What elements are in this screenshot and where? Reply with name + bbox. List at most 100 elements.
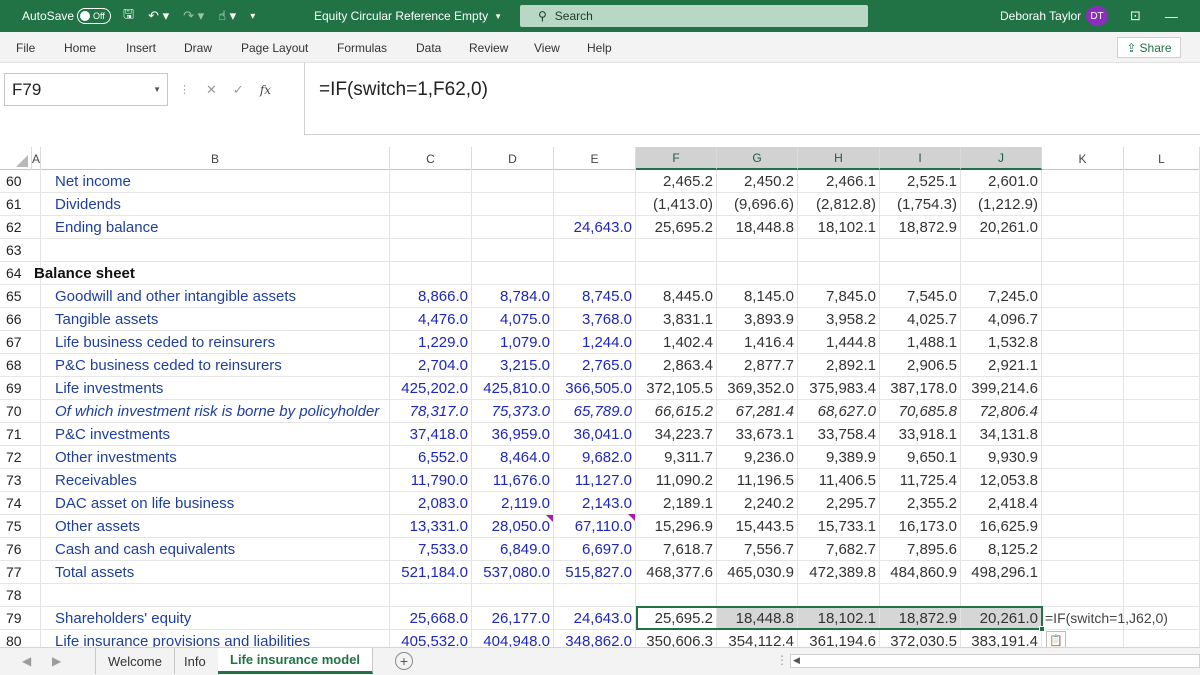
- row-label[interactable]: Net income: [41, 170, 390, 193]
- cell-d[interactable]: 425,810.0: [472, 377, 554, 400]
- cell-g[interactable]: 465,030.9: [717, 561, 798, 584]
- cell-i[interactable]: 18,872.9: [880, 216, 961, 239]
- cell-c[interactable]: 13,331.0: [390, 515, 472, 538]
- cell-a[interactable]: [32, 170, 41, 193]
- cell-h[interactable]: 3,958.2: [798, 308, 880, 331]
- cell-f[interactable]: 15,296.9: [636, 515, 717, 538]
- cell-k[interactable]: [1042, 331, 1124, 354]
- row-header[interactable]: 68: [0, 354, 32, 377]
- cell-f[interactable]: 2,189.1: [636, 492, 717, 515]
- cell-j[interactable]: 9,930.9: [961, 446, 1042, 469]
- scroll-left-icon[interactable]: ◀: [793, 655, 800, 666]
- cell-e[interactable]: 65,789.0: [554, 400, 636, 423]
- cell-e[interactable]: 3,768.0: [554, 308, 636, 331]
- cell-k[interactable]: [1042, 170, 1124, 193]
- column-header-k[interactable]: K: [1042, 147, 1124, 170]
- cell-j[interactable]: 34,131.8: [961, 423, 1042, 446]
- fill-handle[interactable]: [1039, 626, 1045, 632]
- cell-c[interactable]: 6,552.0: [390, 446, 472, 469]
- row-header[interactable]: 69: [0, 377, 32, 400]
- cell-j[interactable]: (1,212.9): [961, 193, 1042, 216]
- row-header[interactable]: 64: [0, 262, 32, 285]
- cell-a[interactable]: [32, 469, 41, 492]
- cell-c[interactable]: [390, 584, 472, 607]
- cell-d[interactable]: 36,959.0: [472, 423, 554, 446]
- prev-sheet-icon[interactable]: ◀: [22, 654, 31, 668]
- cell-g[interactable]: 8,145.0: [717, 285, 798, 308]
- cell-f[interactable]: 8,445.0: [636, 285, 717, 308]
- cell-e[interactable]: 36,041.0: [554, 423, 636, 446]
- cell-e[interactable]: 67,110.0: [554, 515, 636, 538]
- cell-f[interactable]: 1,402.4: [636, 331, 717, 354]
- cell-a[interactable]: [32, 446, 41, 469]
- cell-g[interactable]: 33,673.1: [717, 423, 798, 446]
- row-label[interactable]: Shareholders' equity: [41, 607, 390, 630]
- cell-l[interactable]: [1124, 446, 1200, 469]
- cell-g[interactable]: [717, 239, 798, 262]
- cell-c[interactable]: 2,083.0: [390, 492, 472, 515]
- cell-k[interactable]: [1042, 446, 1124, 469]
- cell-h[interactable]: 472,389.8: [798, 561, 880, 584]
- cell-d[interactable]: [472, 193, 554, 216]
- cell-a[interactable]: [32, 193, 41, 216]
- cell-j[interactable]: 1,532.8: [961, 331, 1042, 354]
- cell-g[interactable]: 7,556.7: [717, 538, 798, 561]
- name-box[interactable]: F79 ▼: [4, 73, 168, 106]
- column-header-a[interactable]: A: [32, 147, 41, 170]
- cancel-icon[interactable]: ✕: [206, 82, 217, 98]
- cell-h[interactable]: 33,758.4: [798, 423, 880, 446]
- cell-i[interactable]: 70,685.8: [880, 400, 961, 423]
- tab-data[interactable]: Data: [416, 41, 441, 55]
- cell-g[interactable]: 3,893.9: [717, 308, 798, 331]
- cell-f[interactable]: 3,831.1: [636, 308, 717, 331]
- cell-k[interactable]: [1042, 423, 1124, 446]
- cell-c[interactable]: 425,202.0: [390, 377, 472, 400]
- row-header[interactable]: 76: [0, 538, 32, 561]
- column-header-l[interactable]: L: [1124, 147, 1200, 170]
- spreadsheet-grid[interactable]: ABCDEFGHIJKL 60 Net income 2,465.2 2,450.2 2…: [0, 143, 1200, 653]
- cell-d[interactable]: 1,079.0: [472, 331, 554, 354]
- tab-home[interactable]: Home: [64, 41, 96, 55]
- cell-i[interactable]: 33,918.1: [880, 423, 961, 446]
- cell-j[interactable]: [961, 239, 1042, 262]
- cell-l[interactable]: [1124, 308, 1200, 331]
- cell-h[interactable]: [798, 584, 880, 607]
- cell-k[interactable]: [1042, 377, 1124, 400]
- column-header-j[interactable]: J: [961, 147, 1042, 170]
- cell-d[interactable]: [472, 239, 554, 262]
- cell-g[interactable]: 9,236.0: [717, 446, 798, 469]
- cell-j[interactable]: 8,125.2: [961, 538, 1042, 561]
- cell-h[interactable]: [798, 262, 880, 285]
- cell-i[interactable]: 9,650.1: [880, 446, 961, 469]
- cell-g[interactable]: 11,196.5: [717, 469, 798, 492]
- cell-h[interactable]: 1,444.8: [798, 331, 880, 354]
- cell-k[interactable]: [1042, 561, 1124, 584]
- row-label[interactable]: Of which investment risk is borne by pol…: [41, 400, 390, 423]
- cell-a[interactable]: [32, 354, 41, 377]
- cell-f[interactable]: [636, 584, 717, 607]
- cell-c[interactable]: [390, 193, 472, 216]
- cell-a[interactable]: [32, 285, 41, 308]
- cell-c[interactable]: 4,476.0: [390, 308, 472, 331]
- cell-k[interactable]: [1042, 538, 1124, 561]
- cell-i[interactable]: 484,860.9: [880, 561, 961, 584]
- cell-k[interactable]: [1042, 285, 1124, 308]
- cell-a[interactable]: [32, 423, 41, 446]
- cell-i[interactable]: 4,025.7: [880, 308, 961, 331]
- cell-c[interactable]: 25,668.0: [390, 607, 472, 630]
- row-header[interactable]: 77: [0, 561, 32, 584]
- cell-g[interactable]: 2,450.2: [717, 170, 798, 193]
- row-label[interactable]: [41, 584, 390, 607]
- cell-c[interactable]: [390, 239, 472, 262]
- cell-l[interactable]: [1124, 331, 1200, 354]
- cell-l[interactable]: [1124, 170, 1200, 193]
- cell-c[interactable]: 37,418.0: [390, 423, 472, 446]
- enter-icon[interactable]: ✓: [233, 82, 244, 98]
- cell-d[interactable]: [472, 170, 554, 193]
- cell-i[interactable]: [880, 262, 961, 285]
- cell-h[interactable]: 7,682.7: [798, 538, 880, 561]
- cell-j[interactable]: 2,921.1: [961, 354, 1042, 377]
- cell-d[interactable]: 2,119.0: [472, 492, 554, 515]
- cell-k[interactable]: [1042, 492, 1124, 515]
- cell-l[interactable]: [1124, 584, 1200, 607]
